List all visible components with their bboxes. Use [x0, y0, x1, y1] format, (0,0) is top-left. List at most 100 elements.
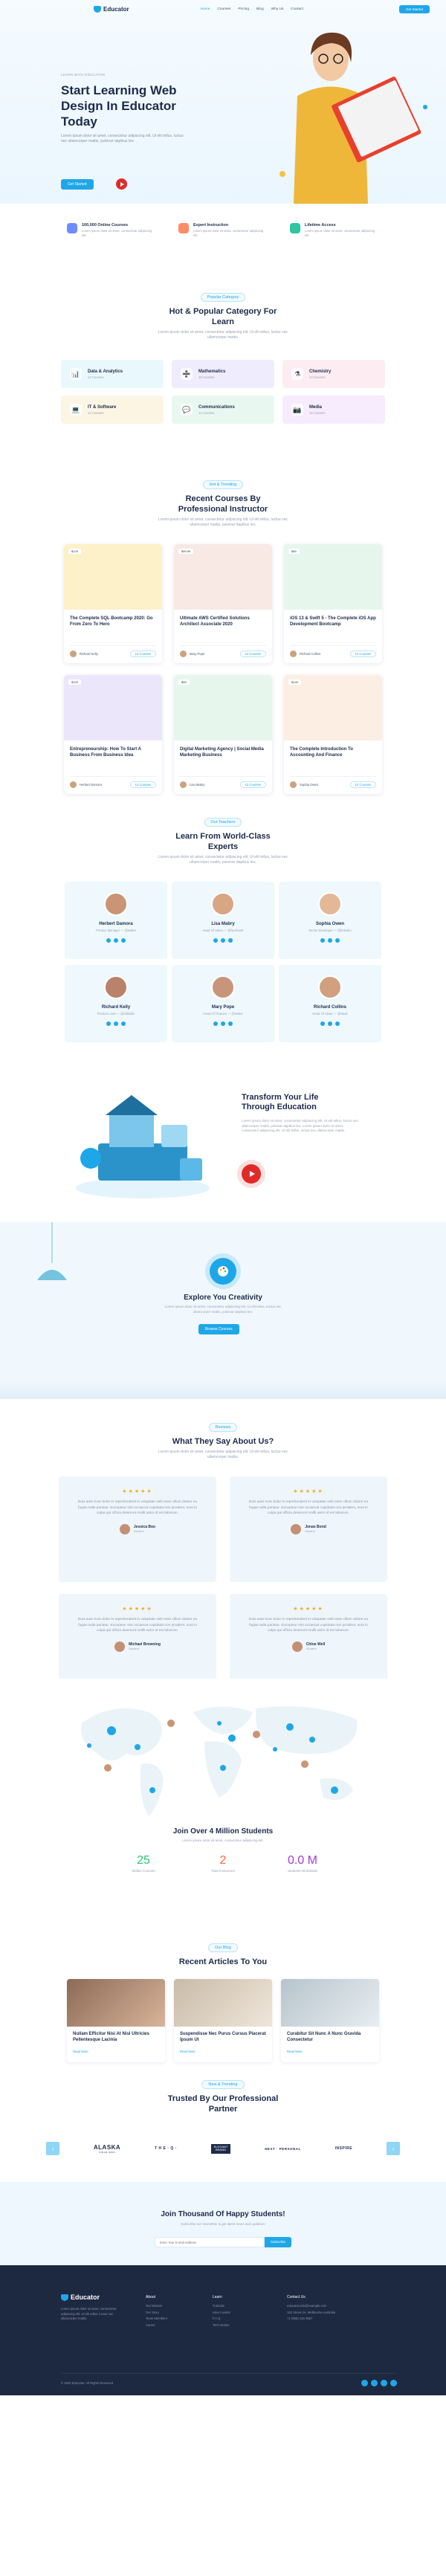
article-card[interactable]: Suspendisse Nec Purus Cursus Placerat Ip… — [174, 1979, 272, 2062]
section-title: Learn From World-Class Experts — [175, 832, 271, 851]
article-card[interactable]: Curabitur Sit Nunc A Nunc Gravida Consec… — [281, 1979, 379, 2062]
category-grid: 📊 Data & Analytics 12 Courses ➗ Mathematics… — [0, 360, 446, 424]
read-more-link[interactable]: Read More — [67, 2047, 165, 2056]
testimonial-card: ★★★★★ Duis aute irure dolor in reprehende… — [59, 1594, 216, 1679]
email-input[interactable] — [155, 2237, 265, 2247]
testimonial-card: ★★★★★ Duis aute irure dolor in reprehende… — [230, 1594, 387, 1679]
footer-link[interactable]: Our Mission — [146, 2304, 167, 2308]
footer-contact[interactable]: educator.edu@example.com — [287, 2304, 335, 2308]
facebook-icon[interactable] — [213, 938, 218, 943]
category-card[interactable]: 📊 Data & Analytics 12 Courses — [61, 360, 164, 388]
chevron-left-icon[interactable]: ‹ — [46, 2142, 59, 2155]
linkedin-icon[interactable] — [335, 1021, 340, 1026]
section-pill: New & Trending — [201, 2080, 245, 2089]
twitter-icon[interactable] — [221, 1021, 225, 1026]
instructor-name: Lisa Mabry — [211, 922, 235, 926]
footer-link[interactable]: How it works — [213, 2311, 230, 2314]
category-card[interactable]: ⚗ Chemistry 12 Courses — [282, 360, 385, 388]
section-title: What They Say About Us? — [172, 1437, 274, 1446]
footer-link[interactable]: Tech stories — [213, 2323, 230, 2327]
nav-link-contact[interactable]: Contact — [291, 7, 303, 11]
section-subtitle: Lorem ipsum dolor sit amet, consectetur … — [158, 517, 288, 527]
reviewer-role: Student — [305, 1529, 315, 1533]
course-image: $99.99 — [174, 544, 272, 610]
footer-link[interactable]: Team Members — [146, 2317, 167, 2320]
footer-link[interactable]: Tutorials — [213, 2304, 230, 2308]
twitter-icon[interactable] — [221, 938, 225, 943]
course-author: Richard Kelly — [80, 652, 98, 656]
course-card[interactable]: $89 iOS 13 & Swift 5 - The Complete iOS A… — [284, 544, 382, 663]
nav-link-pricing[interactable]: Pricing — [238, 7, 249, 11]
creativity-title: Explore You Creativity — [184, 1294, 262, 1302]
feature-item: Lifetime Access Lorem ipsum dolor sit ame… — [290, 223, 379, 271]
facebook-icon[interactable] — [106, 938, 111, 943]
instructor-card[interactable]: Mary Pope Head Of Finance — @twitter — [172, 965, 274, 1042]
instructor-card[interactable]: Herbert Damora Product Manager — @twitter — [65, 882, 167, 959]
nav-link-blog[interactable]: Blog — [256, 7, 264, 11]
browse-courses-button[interactable]: Browse Courses — [198, 1324, 239, 1334]
course-card[interactable]: $129 The Complete SQL Bootcamp 2020: Go F… — [64, 544, 162, 663]
category-count: 16 Courses — [309, 410, 326, 415]
read-more-link[interactable]: Read More — [174, 2047, 272, 2056]
hero-play-icon[interactable] — [116, 178, 127, 190]
category-card[interactable]: 📷 Media 16 Courses — [282, 396, 385, 424]
nav-link-courses[interactable]: Courses — [217, 7, 230, 11]
social-links — [65, 938, 167, 943]
footer-socials — [361, 2380, 397, 2386]
footer-link[interactable]: Career — [146, 2323, 167, 2327]
instructors-section: Our Teachers Learn From World-Class Expe… — [0, 801, 446, 1076]
linkedin-icon[interactable] — [121, 1021, 126, 1026]
facebook-icon[interactable] — [213, 1021, 218, 1026]
footer-contact[interactable]: +1 (555) 123 4567 — [287, 2317, 335, 2320]
facebook-icon[interactable] — [320, 938, 325, 943]
brand-logo[interactable]: Educator — [94, 5, 129, 13]
subscribe-button[interactable]: Subscribe — [264, 2237, 291, 2247]
course-card[interactable]: $99 Digital Marketing Agency | Social Med… — [174, 675, 272, 794]
course-tag: $149 — [288, 679, 301, 685]
linkedin-icon[interactable] — [381, 2380, 387, 2386]
video-play-icon[interactable] — [242, 1164, 261, 1184]
facebook-icon[interactable] — [106, 1021, 111, 1026]
nav-link-why-us[interactable]: Why Us — [271, 7, 284, 11]
course-tag: $129 — [68, 549, 81, 554]
twitter-icon[interactable] — [328, 938, 332, 943]
category-card[interactable]: 💬 Communications 14 Courses — [172, 396, 274, 424]
nav-cta-button[interactable]: Get Started — [398, 4, 430, 13]
course-author: Lisa Mabry — [190, 783, 205, 787]
facebook-icon[interactable] — [361, 2380, 368, 2386]
footer-logo[interactable]: Educator — [61, 2293, 100, 2301]
youtube-icon[interactable] — [390, 2380, 397, 2386]
read-more-link[interactable]: Read More — [281, 2047, 379, 2056]
instructor-card[interactable]: Lisa Mabry Head Of Sales — @facebook — [172, 882, 274, 959]
category-card[interactable]: ➗ Mathematics 18 Courses — [172, 360, 274, 388]
linkedin-icon[interactable] — [335, 938, 340, 943]
nav-link-home[interactable]: Home — [201, 7, 210, 11]
linkedin-icon[interactable] — [121, 938, 126, 943]
article-title: Nullam Efficitur Nisi At Nisl Ultricies … — [73, 2032, 149, 2042]
chevron-right-icon[interactable]: › — [386, 2142, 400, 2155]
twitter-icon[interactable] — [371, 2380, 378, 2386]
instructor-card[interactable]: Richard Collins Head Of Ideas — @slack — [279, 965, 381, 1042]
twitter-icon[interactable] — [328, 1021, 332, 1026]
category-card[interactable]: 💻 IT & Software 12 Courses — [61, 396, 164, 424]
article-image — [67, 1979, 165, 2027]
linkedin-icon[interactable] — [228, 1021, 233, 1026]
twitter-icon[interactable] — [114, 938, 118, 943]
footer-link[interactable]: F.A.Q — [213, 2317, 230, 2320]
avatar — [104, 892, 128, 916]
course-card[interactable]: $129 Entrepreneurship: How To Start A Bus… — [64, 675, 162, 794]
article-card[interactable]: Nullam Efficitur Nisi At Nisl Ultricies … — [67, 1979, 165, 2062]
instructor-role: Product Lead — @dribbble — [97, 1012, 135, 1016]
linkedin-icon[interactable] — [228, 938, 233, 943]
course-card[interactable]: $99.99 Ultimate AWS Certified Solutions A… — [174, 544, 272, 663]
course-card[interactable]: $149 The Complete Introduction To Account… — [284, 675, 382, 794]
hero-cta-button[interactable]: Get Started — [61, 179, 94, 190]
instructor-card[interactable]: Richard Kelly Product Lead — @dribbble — [65, 965, 167, 1042]
twitter-icon[interactable] — [114, 1021, 118, 1026]
feature-title: Lifetime Access — [305, 223, 336, 227]
instructor-card[interactable]: Sophia Owen Senior Developer — @linkedin — [279, 882, 381, 959]
footer-link[interactable]: Our Story — [146, 2311, 167, 2314]
feature-item: 100,000 Online Courses Lorem ipsum dolor … — [67, 223, 156, 271]
partner-logo: ALASKA SINCE 2006 — [93, 2143, 121, 2154]
facebook-icon[interactable] — [320, 1021, 325, 1026]
